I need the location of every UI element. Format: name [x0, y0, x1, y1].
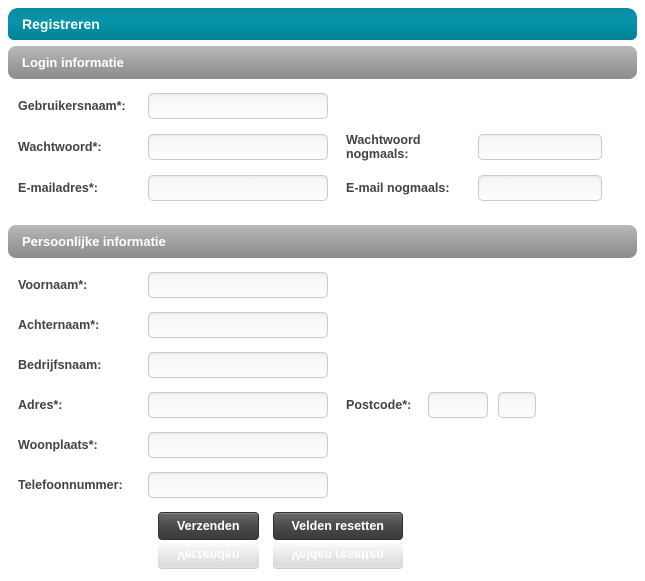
login-section: Gebruikersnaam*: Wachtwoord*: Wachtwoord…: [8, 79, 637, 219]
phone-label: Telefoonnummer:: [18, 478, 148, 492]
firstname-input[interactable]: [148, 272, 328, 298]
address-label: Adres*:: [18, 398, 148, 412]
city-input[interactable]: [148, 432, 328, 458]
password-again-input[interactable]: [478, 134, 602, 160]
company-input[interactable]: [148, 352, 328, 378]
password-again-label: Wachtwoord nogmaals:: [328, 133, 478, 161]
phone-input[interactable]: [148, 472, 328, 498]
address-input[interactable]: [148, 392, 328, 418]
company-label: Bedrijfsnaam:: [18, 358, 148, 372]
username-input[interactable]: [148, 93, 328, 119]
lastname-input[interactable]: [148, 312, 328, 338]
postcode-digits-input[interactable]: [428, 392, 488, 418]
section-header-login: Login informatie: [8, 46, 637, 79]
password-input[interactable]: [148, 134, 328, 160]
postcode-letters-input[interactable]: [498, 392, 536, 418]
lastname-label: Achternaam*:: [18, 318, 148, 332]
page-title: Registreren: [8, 8, 637, 40]
username-label: Gebruikersnaam*:: [18, 99, 148, 113]
reset-button[interactable]: Velden resetten: [273, 512, 403, 540]
email-input[interactable]: [148, 175, 328, 201]
password-label: Wachtwoord*:: [18, 140, 148, 154]
email-again-input[interactable]: [478, 175, 602, 201]
city-label: Woonplaats*:: [18, 438, 148, 452]
personal-section: Voornaam*: Achternaam*: Bedrijfsnaam: Ad…: [8, 258, 637, 573]
reset-button-reflection: Velden resetten: [273, 541, 403, 569]
submit-button-reflection: Verzenden: [158, 541, 259, 569]
email-again-label: E-mail nogmaals:: [328, 181, 478, 195]
postcode-label: Postcode*:: [328, 398, 428, 412]
firstname-label: Voornaam*:: [18, 278, 148, 292]
section-header-personal: Persoonlijke informatie: [8, 225, 637, 258]
email-label: E-mailadres*:: [18, 181, 148, 195]
submit-button[interactable]: Verzenden: [158, 512, 259, 540]
